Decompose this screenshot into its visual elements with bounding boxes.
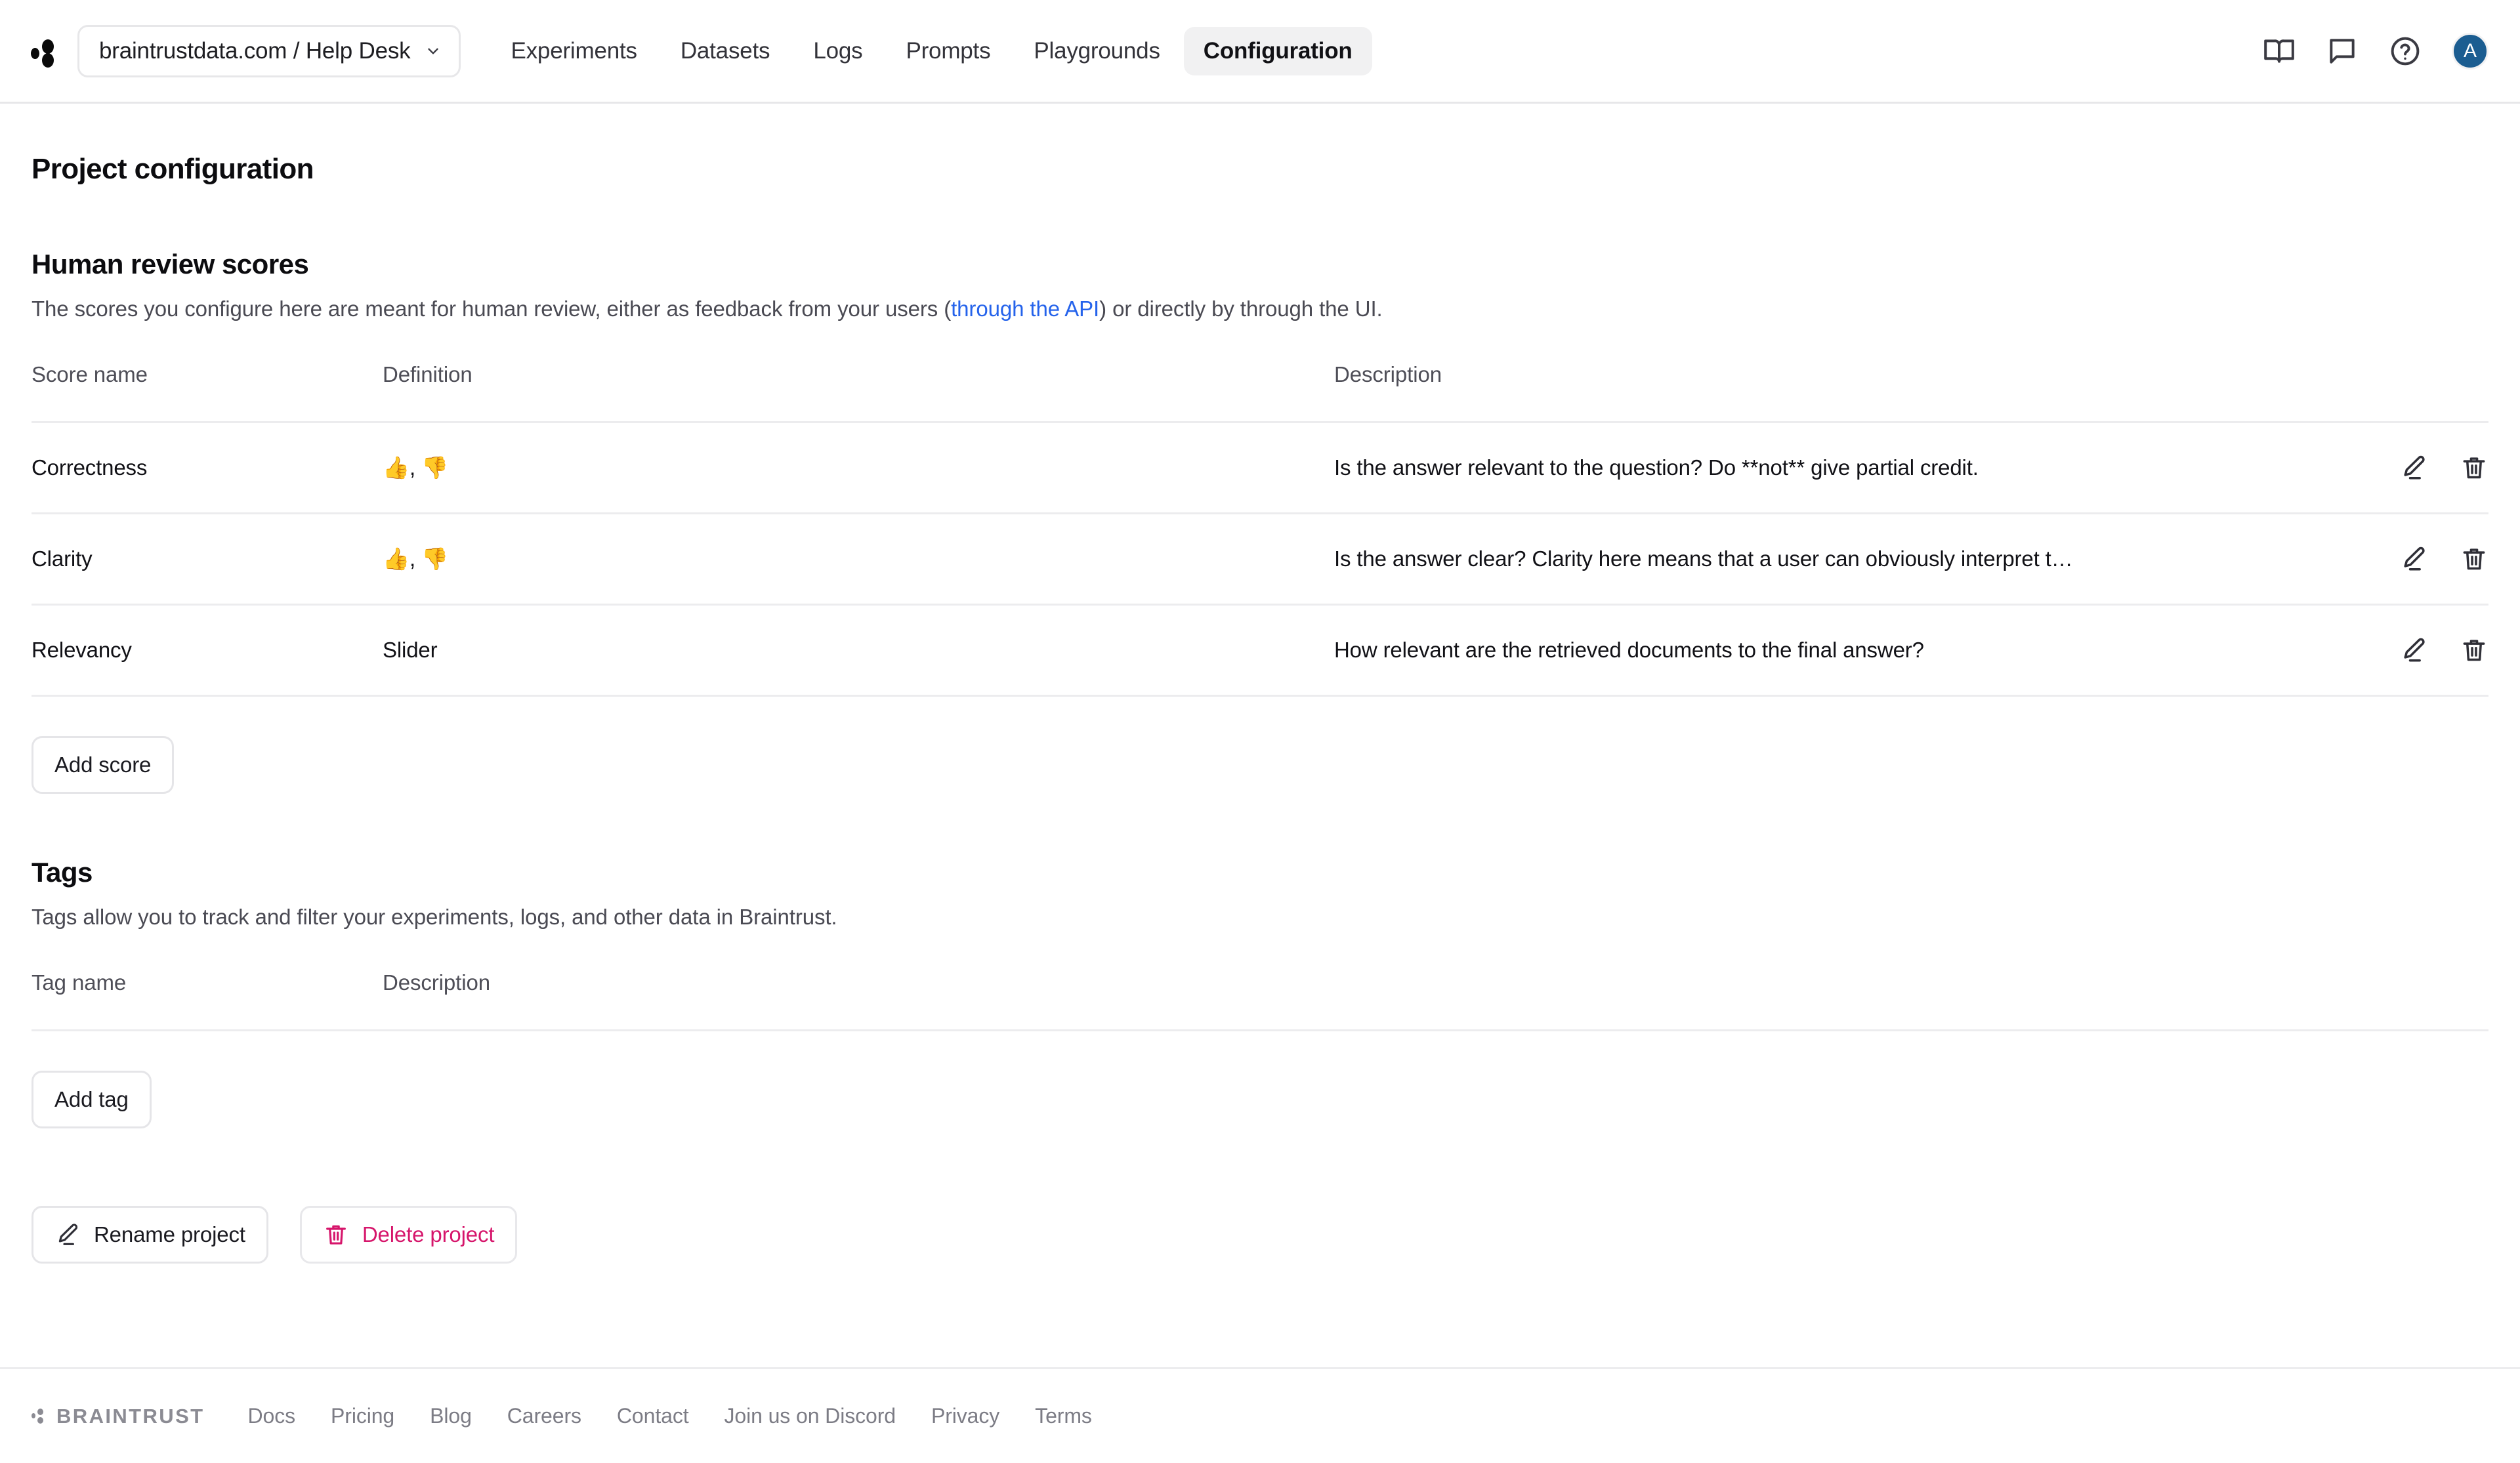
project-actions: Rename project Delete project — [32, 1206, 2488, 1264]
table-row: Relevancy Slider How relevant are the re… — [32, 606, 2488, 697]
score-name: Clarity — [32, 546, 93, 571]
footer-brand-name: BRAINTRUST — [56, 1404, 205, 1428]
column-header-tag-description: Description — [383, 970, 490, 995]
footer-link-careers[interactable]: Careers — [507, 1404, 581, 1428]
tags-title: Tags — [32, 857, 93, 888]
braintrust-dots-logo-icon[interactable] — [26, 33, 63, 70]
column-header-tag-name: Tag name — [32, 970, 127, 995]
pencil-icon[interactable] — [2399, 453, 2428, 482]
human-review-desc-before: The scores you configure here are meant … — [32, 297, 952, 321]
tags-table: Tag name Description — [32, 970, 2488, 1031]
nav-item-configuration[interactable]: Configuration — [1183, 26, 1372, 75]
trash-icon[interactable] — [2460, 636, 2488, 665]
pencil-icon[interactable] — [2399, 545, 2428, 573]
rename-project-label: Rename project — [94, 1222, 245, 1247]
add-tag-row: Add tag — [32, 1071, 2488, 1128]
footer-link-blog[interactable]: Blog — [430, 1404, 472, 1428]
scores-table-header: Score name Definition Description — [32, 362, 2488, 423]
tags-description: Tags allow you to track and filter your … — [32, 905, 837, 929]
footer-link-docs[interactable]: Docs — [248, 1404, 296, 1428]
score-description: How relevant are the retrieved documents… — [1334, 638, 1924, 662]
avatar[interactable]: A — [2452, 32, 2488, 70]
nav-item-logs[interactable]: Logs — [793, 27, 882, 75]
footer-link-terms[interactable]: Terms — [1035, 1404, 1092, 1428]
add-score-button[interactable]: Add score — [32, 736, 175, 794]
add-score-row: Add score — [32, 736, 2488, 794]
score-name: Relevancy — [32, 638, 132, 662]
trash-icon — [326, 1225, 346, 1245]
delete-project-label: Delete project — [362, 1222, 495, 1247]
header-actions: A — [2263, 32, 2488, 70]
braintrust-dots-logo-icon — [32, 1406, 47, 1427]
through-the-api-link[interactable]: through the API — [951, 297, 1099, 321]
footer: BRAINTRUST Docs Pricing Blog Careers Con… — [0, 1367, 2520, 1463]
footer-link-contact[interactable]: Contact — [617, 1404, 689, 1428]
row-actions — [2354, 606, 2488, 695]
pencil-icon — [58, 1224, 78, 1245]
human-review-desc-after: ) or directly by through the UI. — [1099, 297, 1383, 321]
nav-item-prompts[interactable]: Prompts — [886, 27, 1010, 75]
nav-item-playgrounds[interactable]: Playgrounds — [1014, 27, 1179, 75]
rename-project-button[interactable]: Rename project — [32, 1206, 268, 1264]
column-header-actions — [2354, 375, 2488, 409]
score-name: Correctness — [32, 455, 148, 480]
page-body: Project configuration Human review score… — [0, 104, 2520, 1264]
app-header: braintrustdata.com / Help Desk Experimen… — [0, 0, 2520, 104]
column-header-description: Description — [1334, 362, 1442, 386]
delete-project-button[interactable]: Delete project — [299, 1206, 518, 1264]
footer-link-pricing[interactable]: Pricing — [331, 1404, 394, 1428]
score-definition: 👍, 👎 — [383, 546, 448, 571]
nav-item-experiments[interactable]: Experiments — [491, 27, 656, 75]
project-selector-label: braintrustdata.com / Help Desk — [99, 37, 411, 64]
trash-icon[interactable] — [2460, 453, 2488, 482]
human-review-description: The scores you configure here are meant … — [32, 297, 2488, 321]
add-tag-button[interactable]: Add tag — [32, 1071, 152, 1128]
human-review-title: Human review scores — [32, 249, 309, 279]
row-actions — [2354, 423, 2488, 512]
scores-table: Score name Definition Description Correc… — [32, 362, 2488, 697]
project-selector[interactable]: braintrustdata.com / Help Desk — [77, 24, 461, 77]
page-title: Project configuration — [32, 153, 314, 185]
footer-link-discord[interactable]: Join us on Discord — [724, 1404, 896, 1428]
score-description: Is the answer clear? Clarity here means … — [1334, 546, 2073, 571]
nav-item-datasets[interactable]: Datasets — [661, 27, 790, 75]
table-row: Clarity 👍, 👎 Is the answer clear? Clarit… — [32, 514, 2488, 606]
human-review-section: Human review scores The scores you confi… — [32, 249, 2488, 794]
table-row: Correctness 👍, 👎 Is the answer relevant … — [32, 423, 2488, 514]
pencil-icon[interactable] — [2399, 636, 2428, 665]
score-description: Is the answer relevant to the question? … — [1334, 455, 1979, 480]
score-definition: Slider — [383, 638, 438, 662]
book-icon[interactable] — [2263, 35, 2296, 68]
main-nav: Experiments Datasets Logs Prompts Playgr… — [491, 26, 1372, 75]
tags-table-header: Tag name Description — [32, 970, 2488, 1031]
column-header-definition: Definition — [383, 362, 472, 386]
row-actions — [2354, 514, 2488, 604]
chat-bubble-icon[interactable] — [2326, 35, 2359, 68]
score-definition: 👍, 👎 — [383, 455, 448, 480]
footer-link-privacy[interactable]: Privacy — [931, 1404, 999, 1428]
question-circle-icon[interactable] — [2389, 35, 2422, 68]
chevron-down-icon — [428, 48, 439, 54]
footer-logo[interactable]: BRAINTRUST — [32, 1405, 205, 1428]
column-header-score-name: Score name — [32, 362, 148, 386]
tags-section: Tags Tags allow you to track and filter … — [32, 857, 2488, 1128]
trash-icon[interactable] — [2460, 545, 2488, 573]
